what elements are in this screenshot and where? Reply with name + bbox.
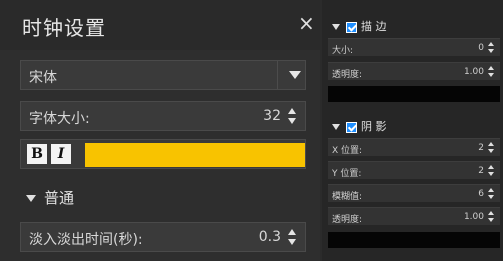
section-general-label: 普通	[44, 189, 75, 207]
fade-time-field[interactable]: 淡入淡出时间(秒): 0.3	[20, 222, 306, 252]
shadow-x-field[interactable]: X 位置: 2	[328, 138, 500, 156]
close-icon[interactable]: ×	[298, 13, 315, 33]
shadow-opacity-value[interactable]: 1.00	[464, 212, 484, 222]
spinner-icon[interactable]	[488, 211, 496, 223]
fade-time-spinner-icon[interactable]	[287, 228, 297, 248]
fade-time-value[interactable]: 0.3	[259, 229, 281, 245]
shadow-header[interactable]: 阴 影	[332, 118, 387, 134]
outline-color-swatch[interactable]	[328, 86, 500, 102]
triangle-down-icon	[332, 24, 340, 30]
panel-title: 时钟设置	[22, 16, 106, 40]
outline-size-label: 大小:	[332, 46, 354, 56]
effects-panel: 描 边 大小: 0 透明度: 1.00 阴 影 X 位置: 2 Y 位置: 2 …	[322, 0, 503, 261]
shadow-color-swatch[interactable]	[328, 232, 500, 248]
outline-checkbox[interactable]	[346, 21, 357, 33]
outline-opacity-value[interactable]: 1.00	[464, 67, 484, 77]
shadow-title: 阴 影	[361, 120, 387, 133]
shadow-blur-value[interactable]: 6	[478, 189, 484, 199]
outline-title: 描 边	[361, 20, 387, 33]
outline-size-field[interactable]: 大小: 0	[328, 38, 500, 56]
triangle-down-icon	[26, 195, 36, 202]
shadow-opacity-label: 透明度:	[332, 215, 363, 225]
shadow-y-value[interactable]: 2	[478, 166, 484, 176]
clock-settings-panel: 时钟设置 × 宋体 字体大小: 32 B I 普通 淡入淡出时间(秒): 0.3	[0, 0, 320, 261]
shadow-y-field[interactable]: Y 位置: 2	[328, 161, 500, 179]
shadow-y-label: Y 位置:	[332, 169, 362, 179]
font-size-spinner-icon[interactable]	[287, 107, 297, 127]
spinner-icon[interactable]	[488, 66, 496, 78]
spinner-icon[interactable]	[488, 42, 496, 54]
shadow-x-label: X 位置:	[332, 146, 363, 156]
shadow-checkbox[interactable]	[346, 121, 357, 133]
outline-opacity-field[interactable]: 透明度: 1.00	[328, 62, 500, 80]
chevron-down-icon[interactable]	[289, 71, 301, 79]
shadow-blur-field[interactable]: 模糊值: 6	[328, 184, 500, 202]
font-family-dropdown[interactable]: 宋体	[20, 60, 306, 90]
outline-opacity-label: 透明度:	[332, 70, 363, 80]
text-style-row: B I	[20, 139, 306, 169]
spinner-icon[interactable]	[488, 165, 496, 177]
font-family-value: 宋体	[29, 70, 57, 86]
bold-button[interactable]: B	[27, 144, 47, 164]
text-color-swatch[interactable]	[85, 143, 305, 167]
triangle-down-icon	[332, 124, 340, 130]
spinner-icon[interactable]	[488, 142, 496, 154]
title-bar: 时钟设置 ×	[0, 0, 320, 50]
spinner-icon[interactable]	[488, 188, 496, 200]
italic-button[interactable]: I	[51, 144, 71, 164]
font-size-field[interactable]: 字体大小: 32	[20, 101, 306, 131]
font-size-value[interactable]: 32	[263, 108, 281, 124]
dropdown-divider	[277, 61, 278, 89]
outline-header[interactable]: 描 边	[332, 18, 387, 34]
shadow-opacity-field[interactable]: 透明度: 1.00	[328, 207, 500, 225]
section-general-header[interactable]: 普通	[26, 187, 74, 208]
shadow-x-value[interactable]: 2	[478, 143, 484, 153]
outline-size-value[interactable]: 0	[478, 43, 484, 53]
font-size-label: 字体大小:	[29, 111, 90, 127]
fade-time-label: 淡入淡出时间(秒):	[29, 232, 143, 248]
shadow-blur-label: 模糊值:	[332, 192, 363, 202]
